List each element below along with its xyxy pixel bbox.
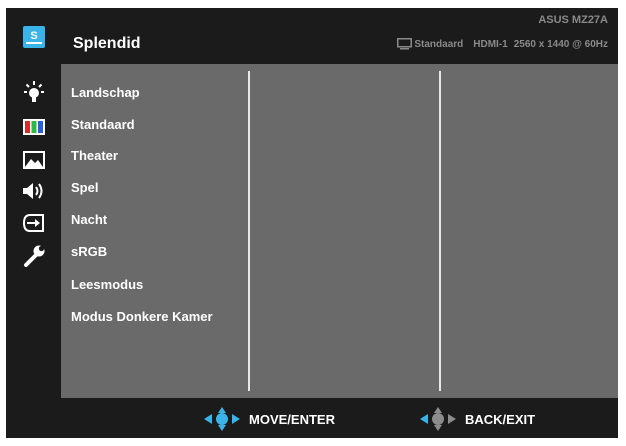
menu-item-spel[interactable]: Spel (71, 180, 98, 195)
status-bar: Standaard HDMI-1 2560 x 1440 @ 60Hz (397, 38, 608, 50)
sidebar-item-image[interactable] (6, 145, 61, 175)
joystick-move-icon (204, 407, 240, 431)
sidebar-item-splendid[interactable]: S (6, 22, 61, 52)
menu-item-modus-donkere-kamer[interactable]: Modus Donkere Kamer (71, 309, 213, 324)
status-preset: Standaard (414, 38, 464, 50)
footer: MOVE/ENTER BACK/EXIT (6, 398, 618, 438)
sidebar: S (6, 8, 61, 398)
sound-icon (22, 183, 42, 199)
image-icon (22, 151, 45, 169)
brightness-icon (23, 81, 44, 102)
sidebar-item-brightness[interactable] (6, 77, 61, 107)
column-divider (439, 71, 441, 391)
splendid-icon-letter: S (30, 30, 37, 42)
menu-item-standaard[interactable]: Standaard (71, 117, 135, 132)
sidebar-item-system-setup[interactable] (6, 241, 61, 271)
menu-item-srgb[interactable]: sRGB (71, 244, 107, 259)
splendid-icon: S (22, 26, 45, 48)
back-exit-hint: BACK/EXIT (418, 406, 535, 432)
splendid-menu: Landschap Standaard Theater Spel Nacht s… (61, 64, 618, 398)
column-divider (248, 71, 250, 391)
color-icon (22, 119, 45, 135)
status-input: HDMI-1 (473, 38, 508, 50)
header: Splendid ASUS MZ27A Standaard HDMI-1 256… (61, 8, 618, 64)
osd-window: S Splendid ASUS MZ27A Standaard HDMI-1 2… (6, 8, 618, 438)
move-enter-label: MOVE/ENTER (249, 411, 335, 427)
menu-item-nacht[interactable]: Nacht (71, 212, 107, 227)
back-exit-label: BACK/EXIT (465, 411, 536, 427)
joystick-back-icon (420, 407, 456, 431)
status-resolution: 2560 x 1440 @ 60Hz (513, 38, 608, 50)
input-select-icon (22, 214, 44, 232)
sidebar-item-color[interactable] (6, 112, 61, 142)
model-name: ASUS MZ27A (538, 14, 608, 26)
page-title: Splendid (73, 35, 141, 52)
move-enter-hint: MOVE/ENTER (202, 406, 335, 432)
menu-item-theater[interactable]: Theater (71, 148, 118, 163)
menu-item-landschap[interactable]: Landschap (71, 85, 140, 100)
sidebar-item-input-select[interactable] (6, 208, 61, 238)
monitor-icon (397, 38, 413, 50)
system-setup-icon (23, 245, 44, 267)
sidebar-item-sound[interactable] (6, 176, 61, 206)
menu-item-leesmodus[interactable]: Leesmodus (71, 277, 143, 292)
